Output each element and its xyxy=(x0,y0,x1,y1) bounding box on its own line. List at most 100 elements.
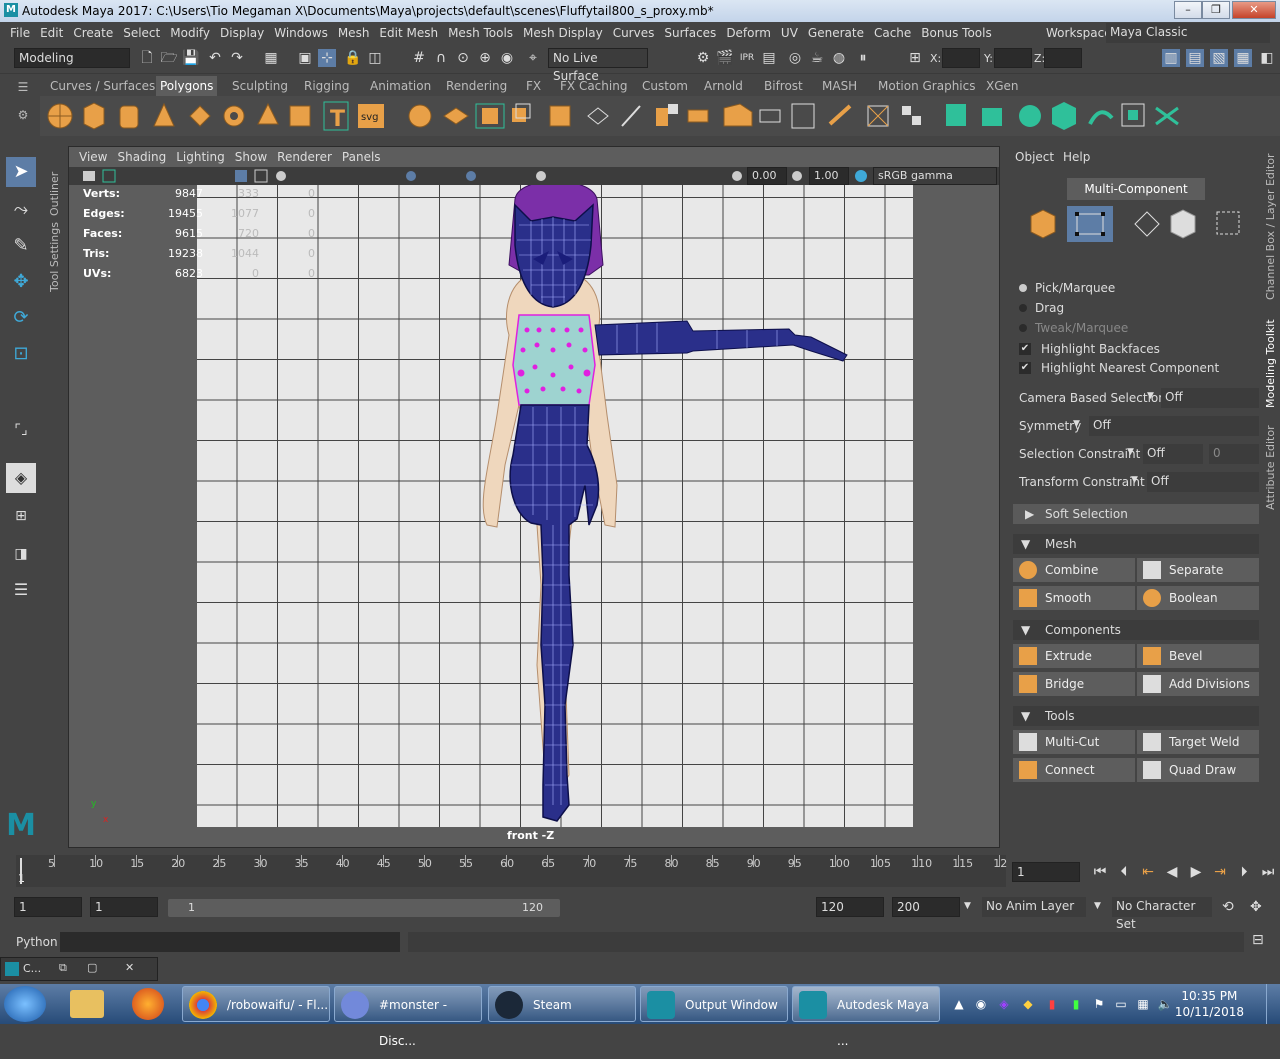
start-button[interactable] xyxy=(4,986,46,1022)
separate-shelf-icon[interactable] xyxy=(443,107,469,125)
volume-icon[interactable]: 🔈 xyxy=(1154,997,1176,1011)
shelf-tab-fx[interactable]: FX xyxy=(522,76,545,96)
taskbar-output-window[interactable]: Output Window xyxy=(640,986,788,1022)
select-tool-icon[interactable]: ➤ xyxy=(6,157,36,187)
snap-curve-icon[interactable]: ∩ xyxy=(432,49,450,67)
spherical-mapping-icon[interactable] xyxy=(1019,105,1041,127)
shelf-tab-sculpting[interactable]: Sculpting xyxy=(228,76,292,96)
pick-marquee-radio[interactable] xyxy=(1019,284,1027,292)
taskbar-steam[interactable]: Steam xyxy=(488,986,636,1022)
extract-icon[interactable] xyxy=(549,105,571,127)
wireframe-on-shaded-icon[interactable] xyxy=(406,171,416,181)
outliner-side-tab[interactable]: Outliner xyxy=(48,156,61,216)
shelf-tab-polygons[interactable]: Polygons xyxy=(156,76,218,96)
smooth-shade-icon[interactable] xyxy=(276,171,286,181)
paint-select-tool-icon[interactable]: ✎ xyxy=(6,231,36,261)
target-weld-shelf-icon[interactable] xyxy=(828,104,852,126)
channel-box-side-tab[interactable]: Channel Box / Layer Editor xyxy=(1264,150,1277,300)
show-hidden-icons-icon[interactable]: ▲ xyxy=(948,997,970,1011)
shelf-tab-mash[interactable]: MASH xyxy=(818,76,861,96)
view-transform-dropdown[interactable]: sRGB gamma xyxy=(873,167,997,185)
redo-icon[interactable]: ↷ xyxy=(228,49,246,67)
undo-icon[interactable]: ↶ xyxy=(206,49,224,67)
auto-key-icon[interactable]: ⟲ xyxy=(1222,899,1234,915)
taskbar-chrome[interactable]: /robowaifu/ - Fl... xyxy=(182,986,330,1022)
menu-file[interactable]: File xyxy=(10,22,30,44)
close-button[interactable]: ✕ xyxy=(1232,1,1276,19)
new-scene-icon[interactable]: 🗋 xyxy=(138,49,156,67)
highlight-selection-icon[interactable]: ◫ xyxy=(366,49,384,67)
restore-icon[interactable]: ⧉ xyxy=(59,961,67,975)
poly-cone-icon[interactable] xyxy=(153,102,175,127)
gamma-field[interactable]: 1.00 xyxy=(809,167,849,185)
time-slider[interactable]: 5 10 15 20 25 30 35 40 45 50 55 60 65 70 75 80 85 90 95 100… xyxy=(16,855,1007,887)
play-forwards-icon[interactable]: ▶ xyxy=(1184,864,1208,880)
multi-component-button[interactable]: Multi-Component xyxy=(1067,178,1205,200)
menu-curves[interactable]: Curves xyxy=(613,22,655,44)
multi-cut-button[interactable]: Multi-Cut xyxy=(1013,730,1135,754)
lock-selection-icon[interactable]: 🔒 xyxy=(344,49,362,67)
viewport-menu-view[interactable]: View xyxy=(79,147,107,167)
shelf-tab-rendering[interactable]: Rendering xyxy=(442,76,511,96)
playback-end-field[interactable]: 120 xyxy=(816,897,884,917)
transform-constraint-caret-icon[interactable]: ▼ xyxy=(1131,475,1138,485)
light-editor-icon[interactable]: ◍ xyxy=(830,49,848,67)
single-perspective-layout-icon[interactable]: ◈ xyxy=(6,463,36,493)
toolkit-menu-object[interactable]: Object xyxy=(1015,148,1054,166)
isolate-select-icon[interactable] xyxy=(536,171,546,181)
menu-windows[interactable]: Windows xyxy=(274,22,328,44)
snap-grid-icon[interactable]: # xyxy=(410,49,428,67)
menu-generate[interactable]: Generate xyxy=(808,22,864,44)
menu-surfaces[interactable]: Surfaces xyxy=(664,22,716,44)
selection-constraint-caret-icon[interactable]: ▼ xyxy=(1127,447,1134,457)
select-by-object-icon[interactable]: ▣ xyxy=(296,49,314,67)
step-forward-key-icon[interactable]: ⇥ xyxy=(1208,864,1232,880)
poly-torus-icon[interactable] xyxy=(223,105,245,127)
separate-button[interactable]: Separate xyxy=(1137,558,1259,582)
poly-cube-icon[interactable] xyxy=(83,102,105,130)
menu-set-dropdown[interactable]: Modeling xyxy=(14,48,130,68)
taskbar-discord[interactable]: #monster - Disc... xyxy=(334,986,482,1048)
insert-loop-icon[interactable] xyxy=(759,109,781,123)
shelf-tab-rigging[interactable]: Rigging xyxy=(300,76,353,96)
step-forward-frame-icon[interactable]: ⏵ xyxy=(1232,864,1256,880)
anim-layer-dropdown[interactable]: No Anim Layer xyxy=(982,897,1086,917)
viewport-menu-show[interactable]: Show xyxy=(235,147,267,167)
snap-view-plane-icon[interactable]: ⊕ xyxy=(476,49,494,67)
vertex-mode-icon[interactable] xyxy=(1067,206,1113,242)
shelf-options-icon[interactable]: ☰ ⚙ xyxy=(14,80,32,140)
character-set-caret-icon[interactable]: ▼ xyxy=(1094,901,1101,911)
uv-mode-icon[interactable] xyxy=(1216,211,1240,235)
select-by-hierarchy-icon[interactable]: ▦ xyxy=(262,49,280,67)
lasso-tool-icon[interactable]: ⤳ xyxy=(6,195,36,225)
attribute-editor-toggle-icon[interactable]: ▤ xyxy=(1186,49,1204,67)
poly-plane-icon[interactable] xyxy=(189,105,211,127)
highlight-nearest-checkbox[interactable]: ✔ xyxy=(1019,362,1031,374)
selection-constraint-value[interactable]: Off xyxy=(1143,444,1203,464)
transform-constraint-value[interactable]: Off xyxy=(1147,472,1259,492)
viewport-panel[interactable]: View Shading Lighting Show Renderer Pane… xyxy=(68,146,1000,848)
gpu-tray-icon[interactable]: ◈ xyxy=(992,997,1016,1011)
mirror-icon[interactable] xyxy=(512,103,531,122)
tool-settings-side-tab[interactable]: Tool Settings xyxy=(48,222,61,292)
shelf-tab-curves-surfaces[interactable]: Curves / Surfaces xyxy=(46,76,159,96)
viewport-menu-panels[interactable]: Panels xyxy=(342,147,381,167)
pause-viewport-icon[interactable]: ⏸ xyxy=(854,49,872,67)
render-setup-icon[interactable]: ☕ xyxy=(808,49,826,67)
outliner-layout-icon[interactable]: ☰ xyxy=(6,575,36,605)
object-mode-icon[interactable] xyxy=(1030,209,1056,239)
modeling-toolkit-toggle-icon[interactable]: ▥ xyxy=(1162,49,1180,67)
bridge-button[interactable]: Bridge xyxy=(1013,672,1135,696)
channel-box-toggle-icon[interactable]: ▦ xyxy=(1234,49,1252,67)
temp-tray-icon[interactable]: ▮ xyxy=(1040,997,1064,1011)
combine-button[interactable]: Combine xyxy=(1013,558,1135,582)
render-settings-icon[interactable]: ⚙ xyxy=(694,49,712,67)
poly-text-icon[interactable]: T xyxy=(323,101,349,132)
menu-create[interactable]: Create xyxy=(73,22,113,44)
camera-based-selection-caret-icon[interactable]: ▼ xyxy=(1147,391,1154,401)
exposure-icon[interactable] xyxy=(732,171,742,181)
snap-surface-icon[interactable]: ◉ xyxy=(498,49,516,67)
poly-sphere-icon[interactable] xyxy=(47,103,73,129)
range-slider[interactable]: 1 120 xyxy=(168,899,560,917)
z-field[interactable] xyxy=(1044,48,1082,68)
